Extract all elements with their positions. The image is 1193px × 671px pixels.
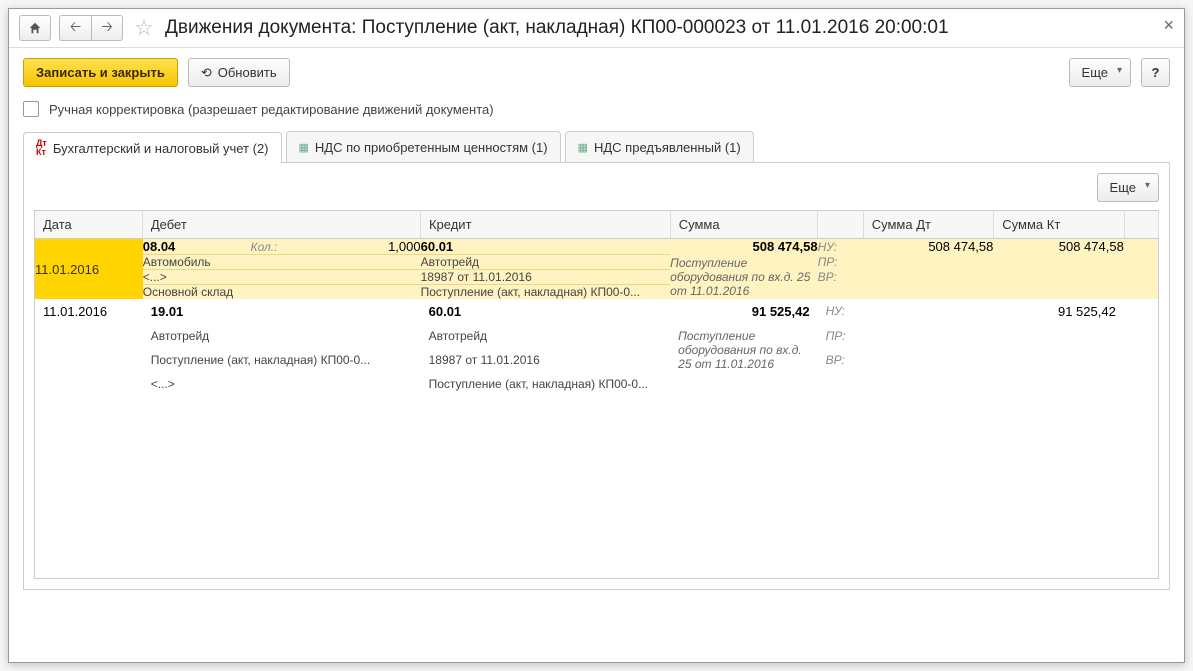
cell-sum-desc: Поступление оборудования по вх.д. 25 от … — [670, 324, 817, 396]
manual-edit-row: Ручная корректировка (разрешает редактир… — [23, 101, 1170, 117]
manual-edit-checkbox[interactable] — [23, 101, 39, 117]
tab-label: НДС предъявленный (1) — [594, 140, 741, 155]
cell-credit-acct: 60.01 — [421, 239, 454, 254]
cell-debit-sub2: Поступление (акт, накладная) КП00-0... — [143, 348, 421, 372]
toolbar: Записать и закрыть ⟲ Обновить Еще ? — [23, 58, 1170, 87]
tab-vat-acquired[interactable]: ▦ НДС по приобретенным ценностям (1) — [286, 131, 561, 162]
tab-accounting[interactable]: ДтКт Бухгалтерский и налоговый учет (2) — [23, 132, 282, 163]
table-row[interactable]: 11.01.2016 19.01 60.01 91 525,42 НУ: 91 … — [35, 299, 1158, 324]
cell-sum: 91 525,42 — [752, 304, 810, 319]
cell-qty: 1,000 — [319, 239, 421, 255]
tab-label: Бухгалтерский и налоговый учет (2) — [53, 141, 269, 156]
th-credit[interactable]: Кредит — [420, 211, 670, 239]
cell-credit-sub2: 18987 от 11.01.2016 — [421, 348, 671, 372]
cell-credit-acct: 60.01 — [429, 304, 462, 319]
tab-label: НДС по приобретенным ценностям (1) — [315, 140, 548, 155]
more-button[interactable]: Еще — [1069, 58, 1131, 87]
table-row[interactable]: Автомобиль Автотрейд Поступление оборудо… — [35, 255, 1158, 270]
forward-button[interactable]: 🡢 — [91, 15, 123, 41]
cell-sum-kt: 91 525,42 — [993, 299, 1123, 324]
th-end[interactable] — [1124, 211, 1158, 239]
tabpanel: Еще Дата Дебет Кредит Сумма Сумма Дт — [23, 163, 1170, 590]
save-close-button[interactable]: Записать и закрыть — [23, 58, 178, 87]
cell-credit-sub1: Автотрейд — [421, 324, 671, 348]
window: × 🡠 🡢 ☆ Движения документа: Поступление … — [8, 8, 1185, 663]
cell-sum-desc: Поступление оборудования по вх.д. 25 от … — [670, 255, 817, 300]
cell-date: 11.01.2016 — [35, 239, 143, 299]
page-title: Движения документа: Поступление (акт, на… — [165, 17, 949, 39]
tab-vat-presented[interactable]: ▦ НДС предъявленный (1) — [565, 131, 754, 162]
table-row[interactable]: Основной склад Поступление (акт, накладн… — [35, 285, 1158, 300]
cell-sum-dt — [863, 299, 993, 324]
cell-debit-sub1: Автомобиль — [143, 255, 421, 270]
manual-edit-label: Ручная корректировка (разрешает редактир… — [49, 102, 494, 117]
tabs: ДтКт Бухгалтерский и налоговый учет (2) … — [23, 131, 1170, 163]
back-button[interactable]: 🡠 — [59, 15, 91, 41]
grid-body[interactable]: 11.01.2016 08.04 Кол.: 1,000 60.01 508 4… — [34, 239, 1159, 579]
th-sum-kt[interactable]: Сумма Кт — [994, 211, 1125, 239]
th-debit[interactable]: Дебет — [142, 211, 420, 239]
th-date[interactable]: Дата — [35, 211, 143, 239]
table-row[interactable]: Автотрейд Автотрейд Поступление оборудов… — [35, 324, 1158, 348]
table-row[interactable]: <...> Поступление (акт, накладная) КП00-… — [35, 372, 1158, 396]
table-row[interactable]: Поступление (акт, накладная) КП00-0... 1… — [35, 348, 1158, 372]
grid-more-button[interactable]: Еще — [1097, 173, 1159, 202]
cell-debit-sub3: Основной склад — [143, 285, 421, 300]
th-sum-dt[interactable]: Сумма Дт — [863, 211, 994, 239]
cell-debit-sub1: Автотрейд — [143, 324, 421, 348]
cell-sum: 508 474,58 — [753, 239, 818, 254]
cell-date: 11.01.2016 — [35, 299, 143, 396]
sheet-icon: ▦ — [578, 141, 588, 154]
cell-sum-kt: 508 474,58 — [993, 239, 1123, 255]
refresh-button[interactable]: ⟲ Обновить — [188, 58, 290, 87]
th-blank[interactable] — [818, 211, 863, 239]
help-button[interactable]: ? — [1141, 58, 1170, 87]
refresh-icon: ⟲ — [201, 65, 212, 81]
cell-debit-sub3: <...> — [143, 372, 421, 396]
cell-debit-acct: 19.01 — [151, 304, 184, 319]
pr-label: ПР: — [818, 255, 863, 270]
pr-label: ПР: — [818, 324, 863, 348]
favorite-icon[interactable]: ☆ — [131, 15, 157, 41]
qty-label: Кол.: — [251, 239, 319, 255]
cell-credit-sub2: 18987 от 11.01.2016 — [421, 270, 671, 285]
close-icon[interactable]: × — [1163, 15, 1174, 36]
nu-label: НУ: — [818, 299, 863, 324]
vr-label: ВР: — [818, 270, 863, 285]
table-row[interactable]: <...> 18987 от 11.01.2016 ВР: — [35, 270, 1158, 285]
titlebar: 🡠 🡢 ☆ Движения документа: Поступление (а… — [9, 9, 1184, 48]
th-sum[interactable]: Сумма — [670, 211, 818, 239]
cell-credit-sub3: Поступление (акт, накладная) КП00-0... — [421, 372, 671, 396]
home-button[interactable] — [19, 15, 51, 41]
cell-debit-sub2: <...> — [143, 270, 421, 285]
grid-header: Дата Дебет Кредит Сумма Сумма Дт Сумма К… — [34, 210, 1159, 239]
sheet-icon: ▦ — [299, 141, 309, 154]
vr-label: ВР: — [818, 348, 863, 372]
refresh-label: Обновить — [218, 65, 277, 80]
cell-sum-dt: 508 474,58 — [863, 239, 993, 255]
cell-debit-acct: 08.04 — [143, 239, 176, 254]
nu-label: НУ: — [818, 239, 863, 255]
dk-icon: ДтКт — [36, 139, 47, 157]
cell-credit-sub1: Автотрейд — [421, 255, 671, 270]
cell-credit-sub3: Поступление (акт, накладная) КП00-0... — [421, 285, 671, 300]
table-row[interactable]: 11.01.2016 08.04 Кол.: 1,000 60.01 508 4… — [35, 239, 1158, 255]
